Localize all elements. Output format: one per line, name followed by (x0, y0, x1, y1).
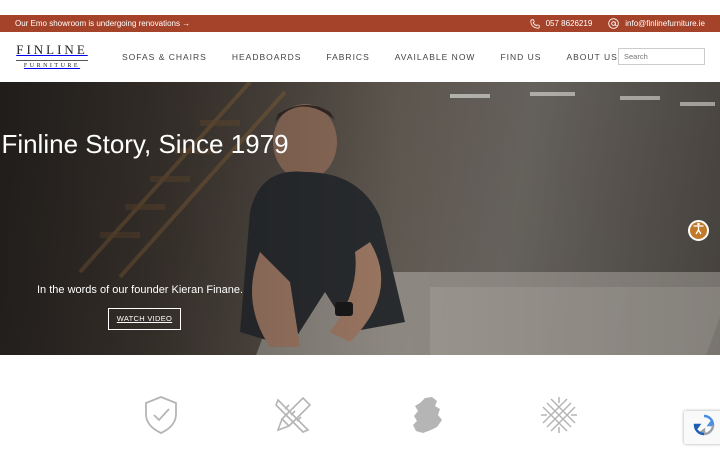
top-spacer (0, 0, 720, 15)
accessibility-button[interactable] (688, 220, 709, 241)
logo-subtitle: FURNITURE (23, 63, 81, 69)
recaptcha-icon (693, 414, 715, 441)
nav-sofas-chairs[interactable]: SOFAS & CHAIRS (122, 52, 207, 62)
nav-headboards[interactable]: HEADBOARDS (232, 52, 302, 62)
logo-wordmark: FINLINE (16, 42, 88, 57)
search-input[interactable] (618, 48, 705, 65)
accessibility-icon (692, 222, 705, 240)
phone-icon (529, 18, 540, 29)
at-icon (608, 18, 620, 29)
hero-title: Finline Story, Since 1979 (1, 129, 289, 159)
hero-subtitle: In the words of our founder Kieran Finan… (37, 284, 244, 296)
site-header: FINLINE FURNITURE SOFAS & CHAIRS HEADBOA… (0, 32, 720, 82)
nav-find-us[interactable]: FIND US (500, 52, 541, 62)
announcement-link[interactable]: Our Emo showroom is undergoing renovatio… (15, 19, 190, 28)
nav-available-now[interactable]: AVAILABLE NOW (395, 52, 476, 62)
email-address: info@finlinefurniture.ie (625, 19, 705, 28)
tools-icon (273, 395, 313, 435)
finline-logo[interactable]: FINLINE FURNITURE (16, 42, 88, 69)
watch-video-button[interactable]: WATCH VIDEO (108, 308, 181, 330)
features-section (0, 355, 720, 450)
logo-divider (16, 60, 88, 61)
weave-pattern-icon (539, 395, 579, 435)
contact-links: 057 8626219 info@finlinefurniture.ie (529, 18, 705, 29)
ireland-map-icon (407, 395, 447, 435)
nav-about-us[interactable]: ABOUT US (566, 52, 617, 62)
email-link[interactable]: info@finlinefurniture.ie (608, 18, 705, 29)
recaptcha-badge[interactable] (684, 411, 720, 444)
phone-link[interactable]: 057 8626219 (529, 18, 593, 29)
main-nav: SOFAS & CHAIRS HEADBOARDS FABRICS AVAILA… (122, 52, 643, 62)
nav-fabrics[interactable]: FABRICS (326, 52, 369, 62)
shield-check-icon (141, 395, 181, 435)
announcement-bar: Our Emo showroom is undergoing renovatio… (0, 15, 720, 32)
phone-number: 057 8626219 (545, 19, 593, 28)
